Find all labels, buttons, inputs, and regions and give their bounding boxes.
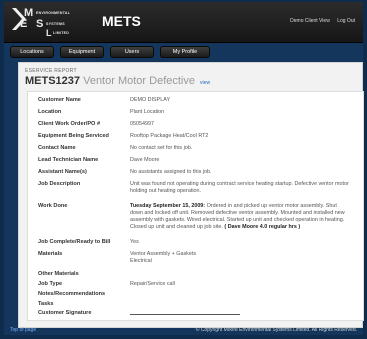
field-value: 05054997 [130, 121, 154, 127]
app-frame: M ENVIRONMENTAL E S SYSTEMS L LIMITED ME… [4, 2, 364, 335]
field-label: Contact Name [38, 145, 76, 151]
field-label: Job Description [38, 181, 81, 187]
field-label: Job Type [38, 281, 63, 287]
field-label: Client Work Order/PO # [38, 121, 101, 127]
logo-word-systems: SYSTEMS [46, 22, 65, 26]
field-label: Materials [38, 251, 63, 257]
field-value: No assistants assigned to this job. [130, 169, 212, 175]
field-value: Plant Location [130, 109, 165, 115]
copyright-text: © Copyright Moore Environmental Systems … [195, 327, 357, 333]
nav-equipment-button[interactable]: Equipment [60, 46, 104, 58]
logo-word-environmental: ENVIRONMENTAL [36, 11, 71, 15]
client-view-link[interactable]: Demo Client View [290, 18, 330, 24]
field-value: Dave Moore [130, 157, 160, 163]
signature-line [130, 314, 240, 315]
field-value: No contact set for this job. [130, 145, 193, 151]
field-label: Location [38, 109, 62, 115]
work-date: Tuesday September 15, 2009: [130, 203, 206, 209]
report-details: Customer Name DEMO DISPLAY Location Plan… [27, 91, 364, 321]
report-id: METS1237 [25, 75, 81, 87]
field-value: DEMO DISPLAY [130, 97, 171, 103]
footer: Top of page © Copyright Moore Environmen… [4, 326, 363, 335]
material-1: Ventor Assembly + Gaskets [130, 251, 197, 257]
field-label: Work Done [38, 203, 68, 209]
field-value: Yes [130, 239, 139, 245]
field-label: Tasks [38, 301, 54, 307]
field-label: Notes/Recommendations [38, 291, 106, 297]
field-label: Customer Name [38, 97, 81, 103]
top-links: Demo Client View Log Out [284, 18, 355, 24]
report-title-text: Ventor Motor Defective [83, 75, 195, 87]
top-bar: M ENVIRONMENTAL E S SYSTEMS L LIMITED ME… [4, 2, 363, 43]
nav-my-profile-button[interactable]: My Profile [160, 46, 210, 58]
field-value: Ventor Assembly + Gaskets Electrical [130, 251, 350, 265]
logo-letter-s: S [36, 18, 44, 30]
logo-word-limited: LIMITED [53, 31, 70, 35]
field-label: Customer Signature [38, 310, 92, 316]
field-value: Repair/Service call [130, 281, 175, 287]
section-label: ESERVICE REPORT [25, 68, 77, 74]
field-value: Rooftop Package Heat/Cool RT2 [130, 133, 209, 139]
view-link[interactable]: view [200, 80, 210, 86]
material-2: Electrical [130, 258, 152, 264]
report-panel: ESERVICE REPORT METS1237 Ventor Motor De… [18, 62, 364, 328]
nav-locations-button[interactable]: Locations [10, 46, 54, 58]
top-of-page-link[interactable]: Top of page [10, 327, 36, 333]
field-value: Tuesday September 15, 2009: Ordered in a… [130, 203, 350, 231]
logout-link[interactable]: Log Out [337, 18, 355, 24]
field-label: Job Complete/Ready to Bill [38, 239, 111, 245]
field-label: Other Materials [38, 271, 79, 277]
main-nav: Locations Equipment Users My Profile [4, 44, 363, 58]
report-title: METS1237 Ventor Motor Defective view [25, 75, 210, 87]
company-logo: M ENVIRONMENTAL E S SYSTEMS L LIMITED [10, 6, 96, 38]
field-label: Assistant Name(s) [38, 169, 87, 175]
field-label: Lead Technician Name [38, 157, 99, 163]
field-label: Equipment Being Serviced [38, 133, 109, 139]
logo-letter-l: L [46, 28, 52, 38]
work-hours: ( Dave Moore 4.0 regular hrs ) [222, 224, 301, 230]
app-title: METS [102, 13, 141, 29]
logo-letter-e: E [20, 18, 28, 30]
field-value: Unit was found not operating during cont… [130, 181, 349, 194]
nav-users-button[interactable]: Users [110, 46, 154, 58]
